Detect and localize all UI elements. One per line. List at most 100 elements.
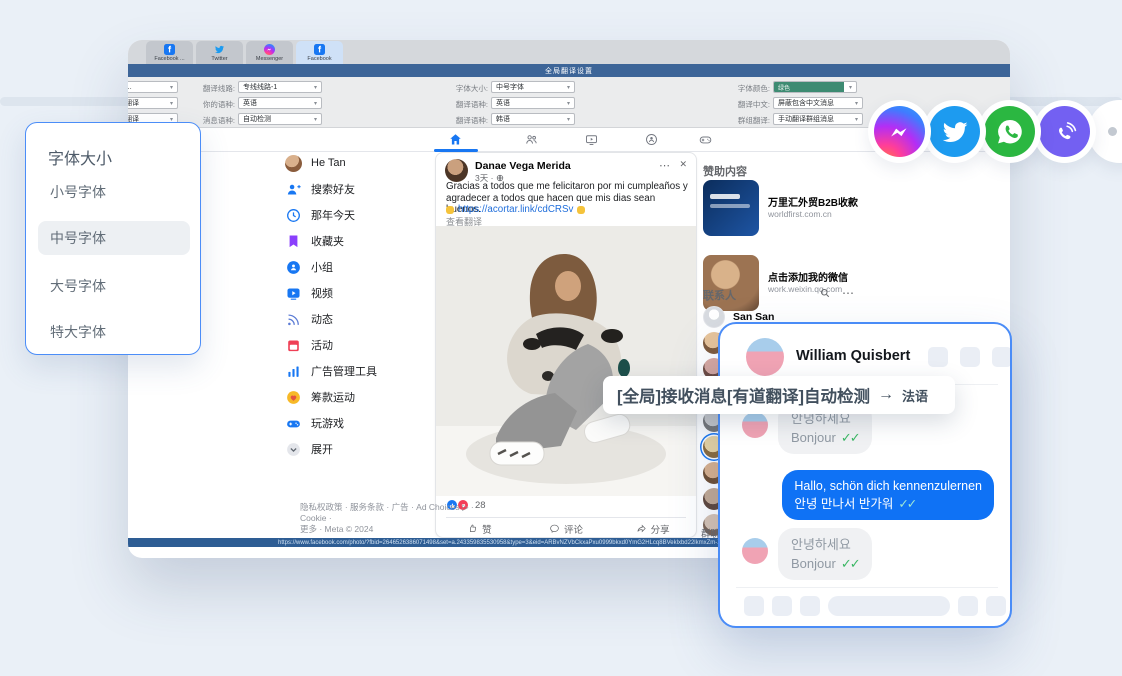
- supported-platform-icons: [868, 100, 1122, 163]
- chat-toolbar-button[interactable]: [800, 596, 820, 616]
- contacts-title: 联系人: [703, 287, 736, 303]
- gaming-gamepad-icon: [285, 415, 302, 432]
- font-option-xlarge[interactable]: 特大字体: [38, 315, 190, 349]
- raised-hands-emoji: [577, 206, 585, 214]
- caret-icon: ▾: [311, 116, 317, 123]
- twitter-icon: [214, 44, 225, 55]
- tooltip-text: [全局]接收消息[有道翻译]自动检测: [617, 383, 870, 407]
- sidebar-item-profile[interactable]: He Tan: [285, 150, 435, 176]
- friends-tab[interactable]: [520, 132, 542, 147]
- home-tab[interactable]: [444, 132, 466, 147]
- share-button[interactable]: 分享: [609, 519, 696, 538]
- post-author-avatar[interactable]: [445, 159, 468, 182]
- chat-toolbar-button[interactable]: [958, 596, 978, 616]
- tab-facebook-1[interactable]: Facebook ...: [146, 41, 193, 64]
- post-more-options-icon[interactable]: ⋯: [659, 159, 670, 172]
- tab-label: Facebook: [307, 56, 331, 62]
- sidebar-item-see-more[interactable]: 展开: [285, 436, 435, 462]
- sidebar-item-fundraisers[interactable]: 筹款运动: [285, 384, 435, 410]
- setting-dropdown[interactable]: 韩语▾: [491, 113, 575, 125]
- tab-facebook-2-active[interactable]: Facebook: [296, 41, 343, 64]
- comment-button[interactable]: 评论: [523, 519, 610, 538]
- translation-status-tooltip: [全局]接收消息[有道翻译]自动检测 → 法语: [603, 376, 955, 414]
- viber-platform[interactable]: [1033, 100, 1096, 163]
- setting-label: 翻译语种:: [438, 99, 488, 110]
- titlebar-text: 全局翻译设置: [545, 66, 593, 76]
- chat-toolbar-button[interactable]: [744, 596, 764, 616]
- post-link[interactable]: https://acortar.link/cdCRSv: [446, 204, 585, 215]
- facebook-icon: [314, 44, 325, 55]
- whatsapp-platform[interactable]: [978, 100, 1041, 163]
- font-option-medium-selected[interactable]: 中号字体: [38, 221, 190, 255]
- setting-dropdown[interactable]: 屏蔽包含中文消息▾: [773, 97, 863, 109]
- comment-icon: [549, 523, 560, 534]
- setting-dropdown[interactable]: 英语▾: [491, 97, 575, 109]
- sidebar-item-events[interactable]: 活动: [285, 332, 435, 358]
- sidebar-item-feeds[interactable]: 动态: [285, 306, 435, 332]
- chat-toolbar-button[interactable]: [986, 596, 1006, 616]
- caret-icon: ▾: [311, 84, 317, 91]
- groups-tab[interactable]: [640, 132, 662, 147]
- tab-twitter[interactable]: Twitter: [196, 41, 243, 64]
- caret-icon: ▾: [167, 100, 173, 107]
- setting-dropdown[interactable]: 中号字体▾: [491, 81, 575, 93]
- search-icon[interactable]: [818, 286, 832, 300]
- ads-manager-chart-icon: [285, 363, 302, 380]
- messenger-platform[interactable]: [868, 100, 931, 163]
- facebook-sidebar: He Tan 搜索好友 那年今天 收藏夹 小组 视频: [285, 150, 435, 462]
- ad-title: 万里汇外贸B2B收款: [768, 194, 898, 209]
- delivered-checks-icon: ✓✓: [898, 497, 915, 511]
- font-size-panel: 字体大小 小号字体 中号字体 大号字体 特大字体: [25, 122, 201, 355]
- messenger-icon: [874, 106, 925, 157]
- chat-toolbar-button[interactable]: [772, 596, 792, 616]
- setting-label: 翻译线路:: [185, 83, 235, 94]
- fundraisers-heart-icon: [285, 389, 302, 406]
- chat-header-button[interactable]: [960, 347, 980, 367]
- more-options-icon[interactable]: ⋯: [841, 286, 855, 300]
- setting-dropdown[interactable]: 翻译▾: [128, 97, 178, 109]
- sidebar-item-groups[interactable]: 小组: [285, 254, 435, 280]
- tab-strip: Facebook ... Twitter Messenger Facebook: [128, 40, 1010, 64]
- sidebar-item-memories[interactable]: 那年今天: [285, 202, 435, 228]
- sidebar-item-find-friends[interactable]: 搜索好友: [285, 176, 435, 202]
- setting-dropdown[interactable]: 手动翻译群组消息▾: [773, 113, 863, 125]
- saved-bookmark-icon: [285, 233, 302, 250]
- watch-tab[interactable]: [580, 132, 602, 147]
- tooltip-target-language: 法语: [902, 386, 928, 405]
- tab-messenger[interactable]: Messenger: [246, 41, 293, 64]
- post-close-icon[interactable]: ✕: [679, 159, 687, 170]
- contacts-header: 联系人 ⋯: [703, 286, 905, 302]
- twitter-platform[interactable]: [923, 100, 986, 163]
- setting-dropdown[interactable]: …▾: [128, 81, 178, 93]
- divider: [446, 517, 686, 518]
- post-author-name[interactable]: Danae Vega Merida: [475, 160, 571, 172]
- caret-icon: ▾: [311, 100, 317, 107]
- setting-dropdown[interactable]: 自动检测▾: [238, 113, 322, 125]
- sponsored-ad[interactable]: 万里汇外贸B2B收款 worldfirst.com.cn: [703, 180, 903, 236]
- groups-icon: [285, 259, 302, 276]
- video-icon: [285, 285, 302, 302]
- feeds-icon: [285, 311, 302, 328]
- setting-dropdown[interactable]: 专线线路-1▾: [238, 81, 322, 93]
- post-photo[interactable]: [436, 226, 696, 496]
- font-option-large[interactable]: 大号字体: [38, 269, 190, 303]
- sidebar-item-gaming[interactable]: 玩游戏: [285, 410, 435, 436]
- chat-header-button[interactable]: [928, 347, 948, 367]
- gaming-tab[interactable]: [694, 132, 716, 147]
- divider: [736, 587, 998, 588]
- chat-input-field[interactable]: [828, 596, 950, 616]
- setting-label: 群组翻译:: [720, 115, 770, 126]
- font-option-small[interactable]: 小号字体: [38, 175, 190, 209]
- setting-dropdown[interactable]: 英语▾: [238, 97, 322, 109]
- sidebar-item-saved[interactable]: 收藏夹: [285, 228, 435, 254]
- arrow-right-icon: →: [878, 386, 894, 404]
- delivered-checks-icon: ✓✓: [841, 430, 859, 445]
- chat-header-button[interactable]: [992, 347, 1012, 367]
- chat-contact-avatar[interactable]: [746, 338, 784, 376]
- font-color-dropdown[interactable]: 绿色 ▾: [773, 81, 857, 93]
- sidebar-item-video[interactable]: 视频: [285, 280, 435, 306]
- setting-label: 你的语种:: [185, 99, 235, 110]
- sidebar-item-ads-manager[interactable]: 广告管理工具: [285, 358, 435, 384]
- raised-hands-emoji: [446, 206, 454, 214]
- find-friends-icon: [285, 181, 302, 198]
